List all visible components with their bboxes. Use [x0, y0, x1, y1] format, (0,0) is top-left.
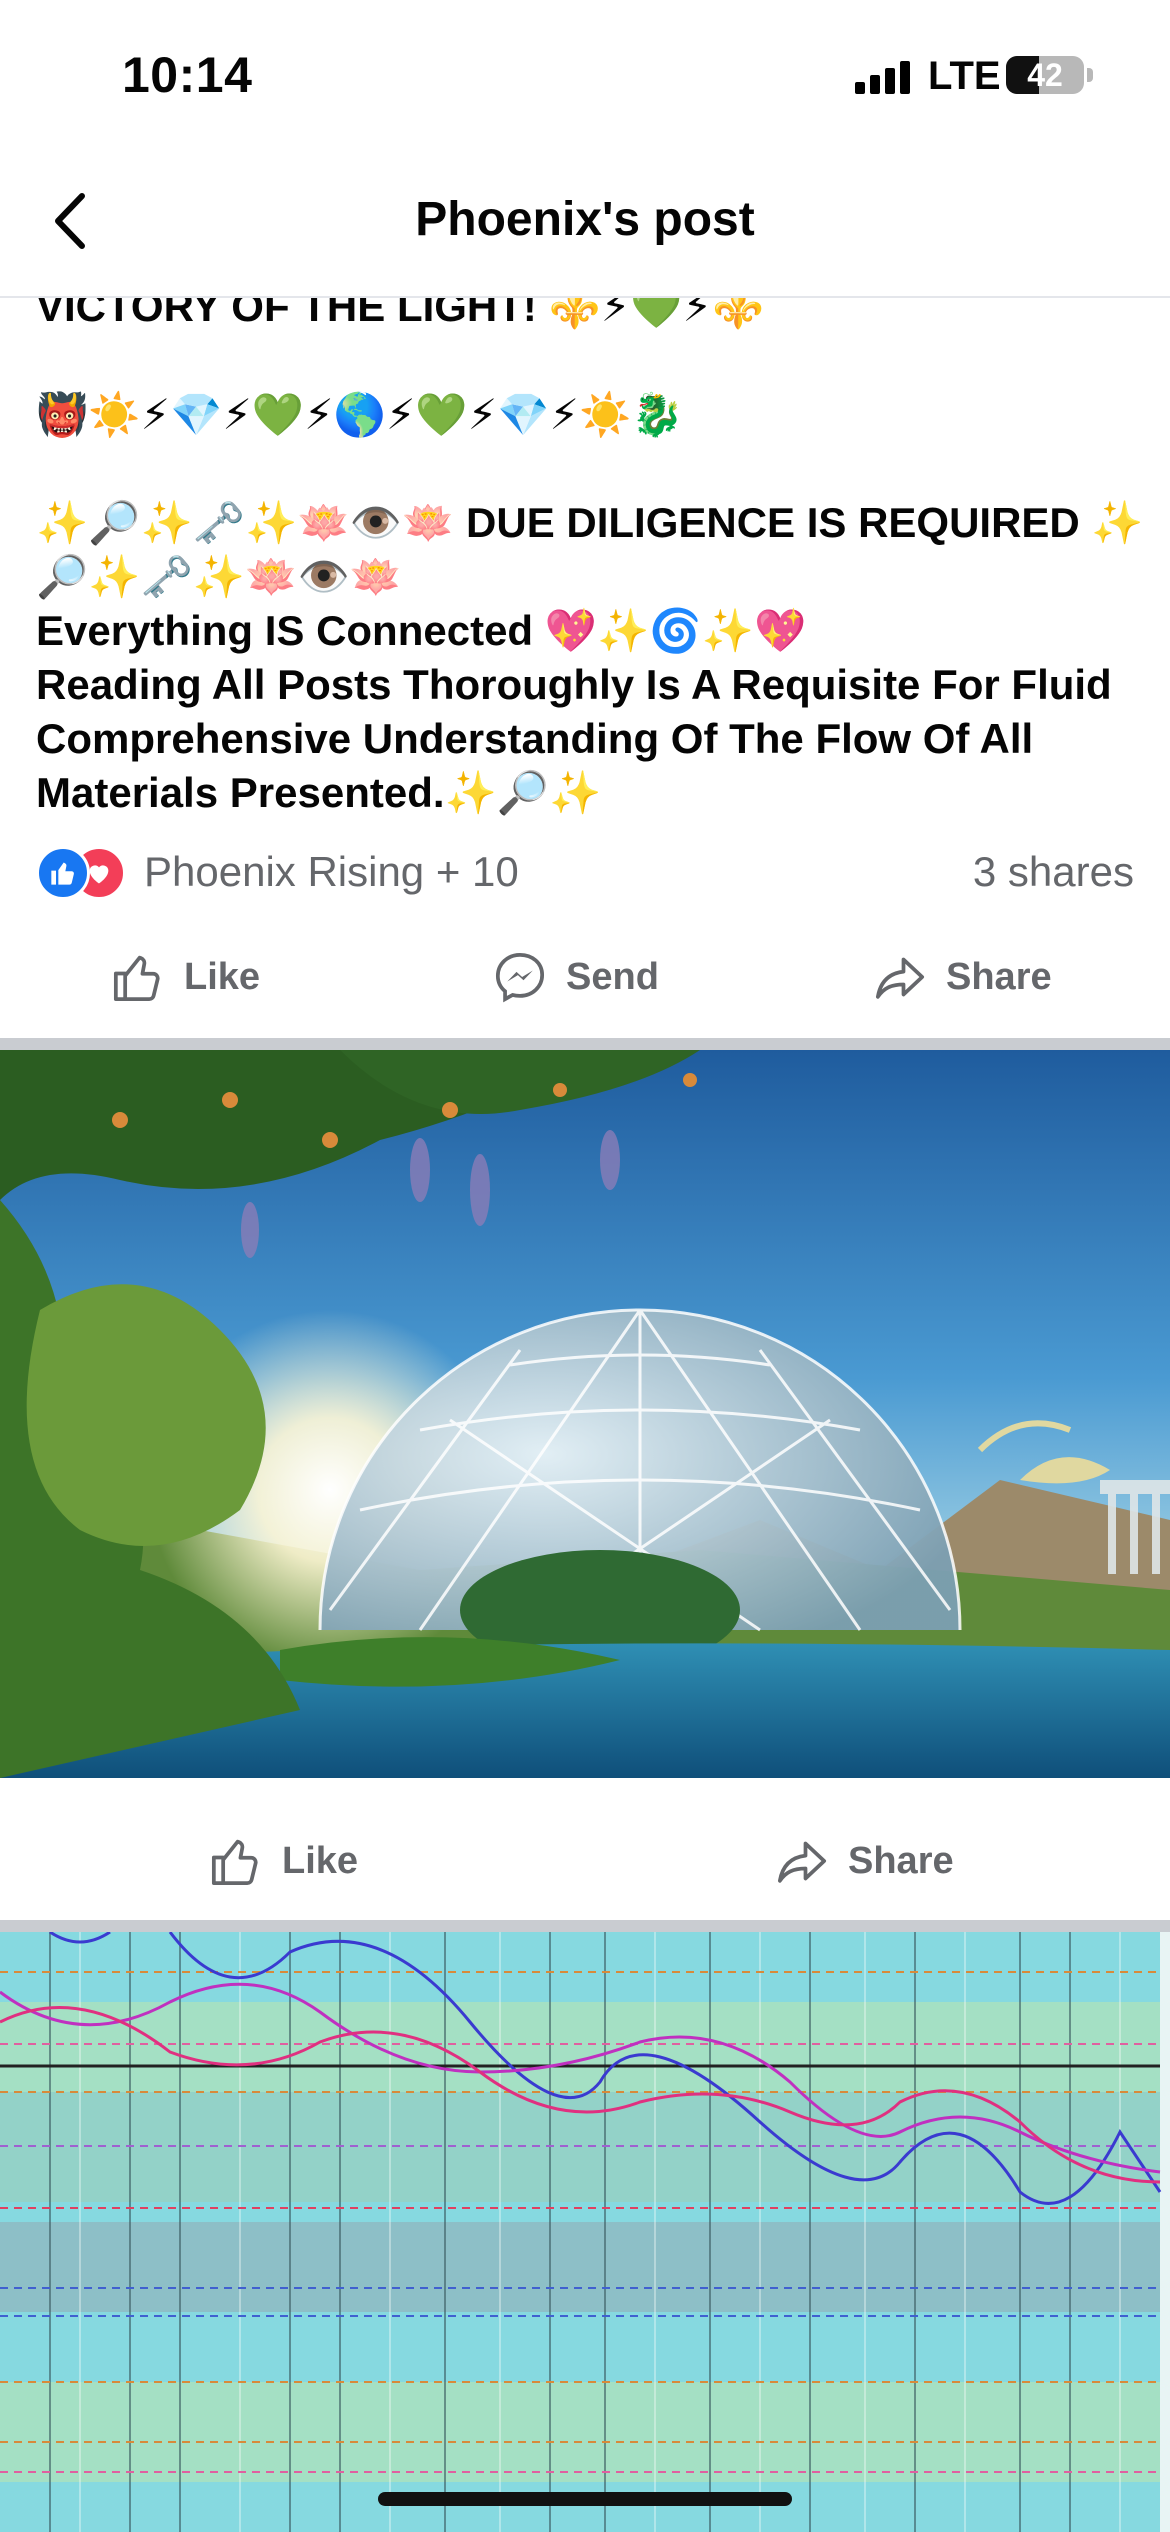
post-header: Phoenix's post	[0, 150, 1170, 298]
battery-tip	[1087, 68, 1093, 82]
like-thumb-icon	[211, 1839, 258, 1886]
send-label: Send	[566, 955, 659, 998]
network-type: LTE	[928, 54, 1001, 98]
like-button[interactable]: Like	[110, 932, 260, 1022]
image-like-label: Like	[282, 1839, 359, 1882]
section-divider	[0, 1920, 1170, 1932]
post-line: 👹☀️⚡💎⚡💚⚡🌎⚡💚⚡💎⚡☀️🐉	[36, 391, 684, 438]
post-image-ephemeris-chart[interactable]	[0, 1932, 1170, 2532]
post-line: Everything IS Connected 💖✨🌀✨💖	[36, 607, 807, 654]
share-arrow-icon	[875, 957, 925, 999]
like-reaction-icon	[36, 846, 90, 900]
image-like-button[interactable]: Like	[208, 1816, 358, 1906]
post-action-bar: Like Send Share	[0, 932, 1170, 1022]
image-share-label: Share	[848, 1839, 954, 1882]
image-action-bar: Like Share	[0, 1816, 1170, 1906]
status-time: 10:14	[122, 47, 253, 103]
share-arrow-icon	[777, 1841, 827, 1883]
battery-percent: 42	[1027, 57, 1063, 93]
page-title: Phoenix's post	[415, 193, 755, 246]
post-line: ✨🔎✨🗝️✨🪷👁️🪷 DUE DILIGENCE IS REQUIRED ✨🔎✨…	[36, 499, 1144, 600]
battery-icon: 42	[1006, 56, 1084, 94]
like-label: Like	[184, 955, 261, 998]
post-body: VICTORY OF THE LIGHT! ⚜️⚡💚⚡⚜️ 👹☀️⚡💎⚡💚⚡🌎⚡…	[36, 280, 1146, 820]
reaction-names[interactable]: Phoenix Rising + 10	[144, 848, 519, 896]
image-share-button[interactable]: Share	[774, 1816, 954, 1906]
section-divider	[0, 1038, 1170, 1050]
post-line: Reading All Posts Thoroughly Is A Requis…	[36, 661, 1112, 816]
home-indicator[interactable]	[378, 2492, 792, 2506]
post-image-dome[interactable]	[0, 1050, 1170, 1778]
share-label: Share	[946, 955, 1052, 998]
status-bar: 10:14 LTE 42	[0, 0, 1170, 150]
share-button[interactable]: Share	[872, 932, 1052, 1022]
reactions-summary[interactable]: Phoenix Rising + 10 3 shares	[36, 842, 1134, 902]
shares-count[interactable]: 3 shares	[973, 848, 1134, 896]
messenger-icon	[495, 952, 545, 1003]
cellular-signal-icon	[855, 60, 915, 94]
send-button[interactable]: Send	[492, 932, 659, 1022]
like-thumb-icon	[113, 955, 160, 1002]
